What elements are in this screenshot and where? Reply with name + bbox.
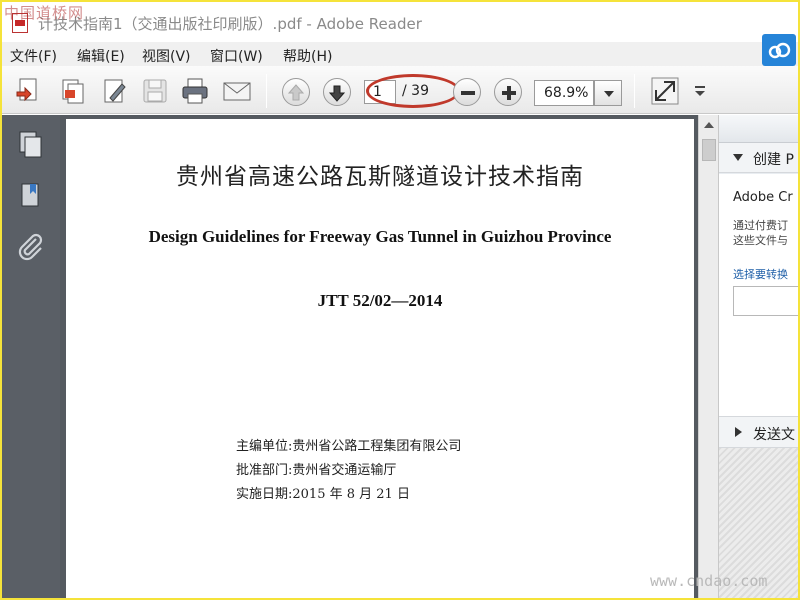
toolbar: 1 / 39 68.9% [2,66,798,114]
save-icon[interactable] [140,76,170,106]
plus-icon [502,86,516,100]
adobe-service-name: Adobe Cr [733,190,793,205]
service-description-line-1: 通过付费订 [733,219,788,232]
watermark-url: www.cndao.com [650,572,768,590]
cloud-icon [768,42,791,59]
email-icon[interactable] [222,76,252,106]
combine-files-icon[interactable] [58,76,88,106]
zoom-level-input[interactable]: 68.9% [534,80,594,106]
vertical-scrollbar[interactable] [698,115,718,598]
pdf-page: 贵州省高速公路瓦斯隧道设计技术指南 Design Guidelines for … [66,119,694,598]
select-file-link[interactable]: 选择要转换 [733,266,788,282]
document-title-chinese: 贵州省高速公路瓦斯隧道设计技术指南 [176,164,584,190]
attachments-icon[interactable] [16,233,46,263]
cloud-button[interactable] [762,34,796,66]
window-title: 计技术指南1（交通出版社印刷版）.pdf - Adobe Reader [38,15,422,33]
document-code: JTT 52/02—2014 [317,291,443,310]
create-pdf-panel: Adobe Cr 通过付费订 这些文件与 选择要转换 [719,174,798,416]
chevron-right-icon [735,427,742,437]
highlight-ellipse [366,74,460,108]
create-pdf-label: 创建 P [753,152,794,168]
minus-icon [461,91,475,95]
menu-help[interactable]: 帮助(H) [283,46,332,66]
edit-pdf-icon[interactable] [100,76,130,106]
create-pdf-icon[interactable] [14,76,44,106]
toolbar-more-icon[interactable] [690,76,710,106]
next-page-button[interactable] [323,78,351,106]
send-files-label: 发送文 [753,427,795,443]
document-date: 实施日期:2015 年 8 月 21 日 [236,487,410,502]
menu-file[interactable]: 文件(F) [10,46,57,66]
menu-bar: 文件(F) 编辑(E) 视图(V) 窗口(W) 帮助(H) [2,42,798,66]
tools-pane: 创建 P Adobe Cr 通过付费订 这些文件与 选择要转换 发送文 [718,115,798,598]
navigation-pane [2,115,60,598]
zoom-in-button[interactable] [494,78,522,106]
zoom-out-button[interactable] [453,78,481,106]
chevron-down-icon [733,154,743,161]
document-title-english: Design Guidelines for Freeway Gas Tunnel… [148,227,612,246]
fullscreen-icon[interactable] [650,76,680,106]
menu-edit[interactable]: 编辑(E) [77,46,125,66]
zoom-dropdown-button[interactable] [594,80,622,106]
title-bar: 计技术指南1（交通出版社印刷版）.pdf - Adobe Reader 中国道桥… [2,2,798,42]
watermark-logo: 中国道桥网 [4,4,85,22]
file-select-input[interactable] [733,286,798,316]
document-viewer[interactable]: 贵州省高速公路瓦斯隧道设计技术指南 Design Guidelines for … [60,115,698,598]
scrollbar-thumb[interactable] [702,139,716,161]
page-thumbnails-icon[interactable] [16,129,46,159]
service-description-line-2: 这些文件与 [733,234,788,247]
document-approver: 批准部门:贵州省交通运输厅 [236,463,397,478]
bookmarks-icon[interactable] [16,181,46,211]
app-window: 计技术指南1（交通出版社印刷版）.pdf - Adobe Reader 中国道桥… [2,2,798,598]
tools-pane-header [719,115,798,143]
arrow-up-icon [287,84,305,101]
toolbar-separator [266,74,267,108]
document-editor: 主编单位:贵州省公路工程集团有限公司 [236,439,462,454]
toolbar-separator [634,74,635,108]
menu-view[interactable]: 视图(V) [142,46,191,66]
send-files-section-header[interactable]: 发送文 [719,416,798,448]
create-pdf-section-header[interactable]: 创建 P [719,143,798,173]
previous-page-button[interactable] [282,78,310,106]
scroll-up-arrow-icon[interactable] [699,115,719,135]
arrow-down-icon [328,85,346,102]
print-icon[interactable] [180,76,210,106]
menu-window[interactable]: 窗口(W) [210,46,263,66]
